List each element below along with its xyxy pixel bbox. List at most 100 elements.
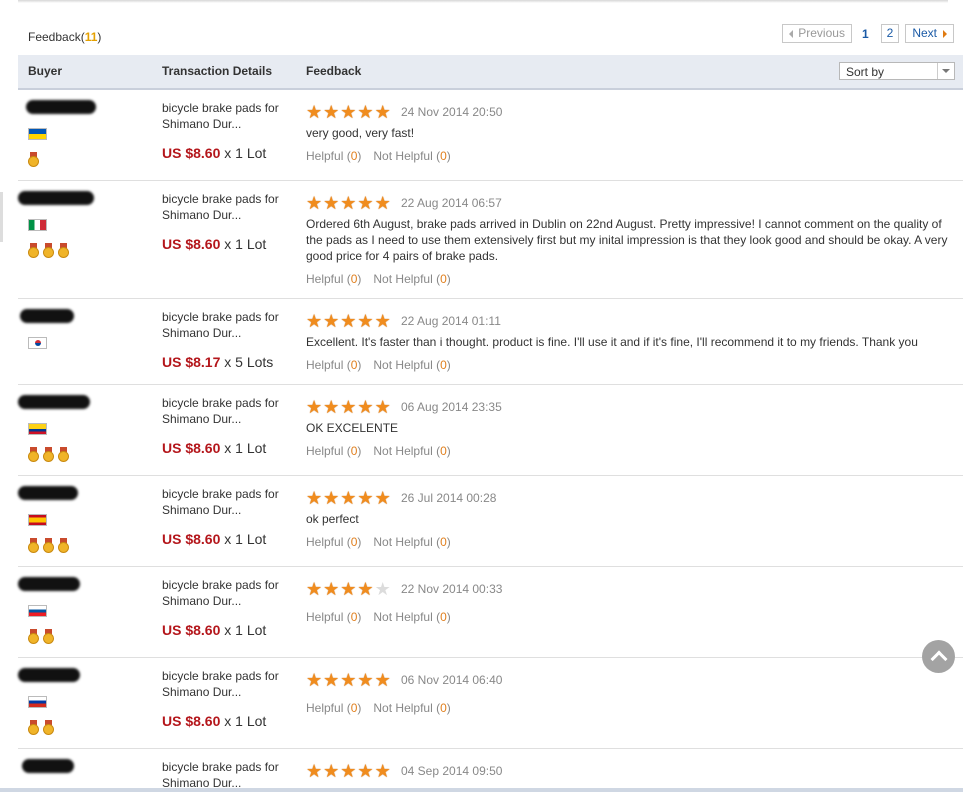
star-icon: ★	[374, 193, 391, 213]
product-link[interactable]: bicycle brake pads for Shimano Dur...	[162, 486, 292, 518]
not-helpful-count: 0	[440, 444, 447, 458]
medal-icon	[28, 243, 39, 258]
star-rating: ★ ★ ★ ★ ★	[306, 489, 392, 507]
not-helpful-link[interactable]: Not Helpful	[373, 610, 432, 624]
medal-icon	[58, 447, 69, 462]
not-helpful-link[interactable]: Not Helpful	[373, 272, 432, 286]
page-2-link[interactable]: 2	[880, 24, 900, 43]
buyer-level-medals	[28, 152, 43, 167]
country-flag-icon	[28, 514, 47, 526]
product-link[interactable]: bicycle brake pads for Shimano Dur...	[162, 577, 292, 609]
next-button[interactable]: Next	[905, 24, 954, 43]
not-helpful-count: 0	[440, 610, 447, 624]
feedback-comment: Ordered 6th August, brake pads arrived i…	[306, 217, 948, 263]
star-icon: ★	[357, 311, 374, 331]
not-helpful-link[interactable]: Not Helpful	[373, 358, 432, 372]
page-1-current[interactable]: 1	[862, 27, 869, 41]
unit-price: US $8.60 x 1 Lot	[162, 440, 266, 456]
medal-icon	[43, 720, 54, 735]
quantity: x 1 Lot	[224, 531, 267, 547]
buyer-name-redacted	[18, 395, 90, 409]
star-icon: ★	[340, 397, 357, 417]
price-amount: US $8.60	[162, 236, 221, 252]
feedback-date: 06 Aug 2014 23:35	[401, 400, 502, 414]
helpful-link[interactable]: Helpful	[306, 149, 343, 163]
star-rating: ★ ★ ★ ★ ★	[306, 194, 392, 212]
star-icon: ★	[323, 488, 340, 508]
helpful-link[interactable]: Helpful	[306, 535, 343, 549]
star-icon: ★	[357, 102, 374, 122]
chevron-down-icon	[937, 63, 954, 79]
helpful-link[interactable]: Helpful	[306, 701, 343, 715]
unit-price: US $8.60 x 1 Lot	[162, 531, 266, 547]
country-flag-icon	[28, 337, 47, 349]
helpful-votes: Helpful (0) Not Helpful (0)	[306, 444, 451, 458]
helpful-link[interactable]: Helpful	[306, 358, 343, 372]
previous-button[interactable]: Previous	[782, 24, 852, 43]
medal-icon	[28, 538, 39, 553]
feedback-date: 22 Aug 2014 01:11	[401, 314, 501, 328]
product-link[interactable]: bicycle brake pads for Shimano Dur...	[162, 759, 292, 791]
price-amount: US $8.17	[162, 354, 221, 370]
star-icon: ★	[340, 670, 357, 690]
helpful-link[interactable]: Helpful	[306, 610, 343, 624]
star-icon: ★	[374, 761, 391, 781]
helpful-count: 0	[350, 610, 358, 624]
star-icon: ★	[306, 311, 323, 331]
product-link[interactable]: bicycle brake pads for Shimano Dur...	[162, 309, 292, 341]
unit-price: US $8.60 x 1 Lot	[162, 145, 266, 161]
star-icon: ★	[357, 193, 374, 213]
feedback-date: 26 Jul 2014 00:28	[401, 491, 497, 505]
feedback-comment: OK EXCELENTE	[306, 421, 399, 435]
helpful-count: 0	[350, 535, 358, 549]
star-icon: ★	[323, 102, 340, 122]
feedback-comment: very good, very fast!	[306, 126, 415, 140]
helpful-count: 0	[350, 272, 358, 286]
medal-icon	[28, 720, 39, 735]
pagination: Previous 1 2 Next	[776, 24, 954, 43]
product-link[interactable]: bicycle brake pads for Shimano Dur...	[162, 191, 292, 223]
star-icon: ★	[340, 311, 357, 331]
medal-icon	[58, 243, 69, 258]
helpful-votes: Helpful (0) Not Helpful (0)	[306, 272, 451, 286]
helpful-link[interactable]: Helpful	[306, 272, 343, 286]
quantity: x 1 Lot	[224, 440, 267, 456]
scroll-to-top-button[interactable]	[922, 640, 955, 673]
sort-by-select[interactable]: Sort by	[839, 62, 955, 80]
helpful-votes: Helpful (0) Not Helpful (0)	[306, 535, 451, 549]
medal-icon	[43, 447, 54, 462]
column-header-transaction: Transaction Details	[162, 64, 273, 78]
review-row: bicycle brake pads for Shimano Dur... US …	[18, 385, 963, 476]
helpful-votes: Helpful (0) Not Helpful (0)	[306, 701, 451, 715]
quantity: x 1 Lot	[224, 145, 267, 161]
not-helpful-link[interactable]: Not Helpful	[373, 444, 432, 458]
buyer-level-medals	[28, 629, 58, 644]
not-helpful-link[interactable]: Not Helpful	[373, 535, 432, 549]
helpful-link[interactable]: Helpful	[306, 444, 343, 458]
star-rating: ★ ★ ★ ★ ★	[306, 580, 392, 598]
buyer-name-redacted	[18, 668, 80, 682]
star-icon: ★	[306, 193, 323, 213]
product-link[interactable]: bicycle brake pads for Shimano Dur...	[162, 668, 292, 700]
not-helpful-link[interactable]: Not Helpful	[373, 149, 432, 163]
country-flag-icon	[28, 605, 47, 617]
star-icon: ★	[323, 579, 340, 599]
star-icon: ★	[357, 579, 374, 599]
star-icon: ★	[374, 579, 391, 599]
unit-price: US $8.60 x 1 Lot	[162, 622, 266, 638]
star-icon: ★	[374, 670, 391, 690]
star-icon: ★	[374, 102, 391, 122]
bottom-border	[0, 788, 963, 792]
review-row: bicycle brake pads for Shimano Dur... US …	[18, 476, 963, 567]
star-icon: ★	[306, 397, 323, 417]
review-row: bicycle brake pads for Shimano Dur... US …	[18, 658, 963, 749]
quantity: x 1 Lot	[224, 236, 267, 252]
product-link[interactable]: bicycle brake pads for Shimano Dur...	[162, 395, 292, 427]
review-row: bicycle brake pads for Shimano Dur... US …	[18, 299, 963, 385]
star-icon: ★	[340, 102, 357, 122]
price-amount: US $8.60	[162, 531, 221, 547]
not-helpful-link[interactable]: Not Helpful	[373, 701, 432, 715]
star-icon: ★	[340, 193, 357, 213]
product-link[interactable]: bicycle brake pads for Shimano Dur...	[162, 100, 292, 132]
medal-icon	[28, 447, 39, 462]
